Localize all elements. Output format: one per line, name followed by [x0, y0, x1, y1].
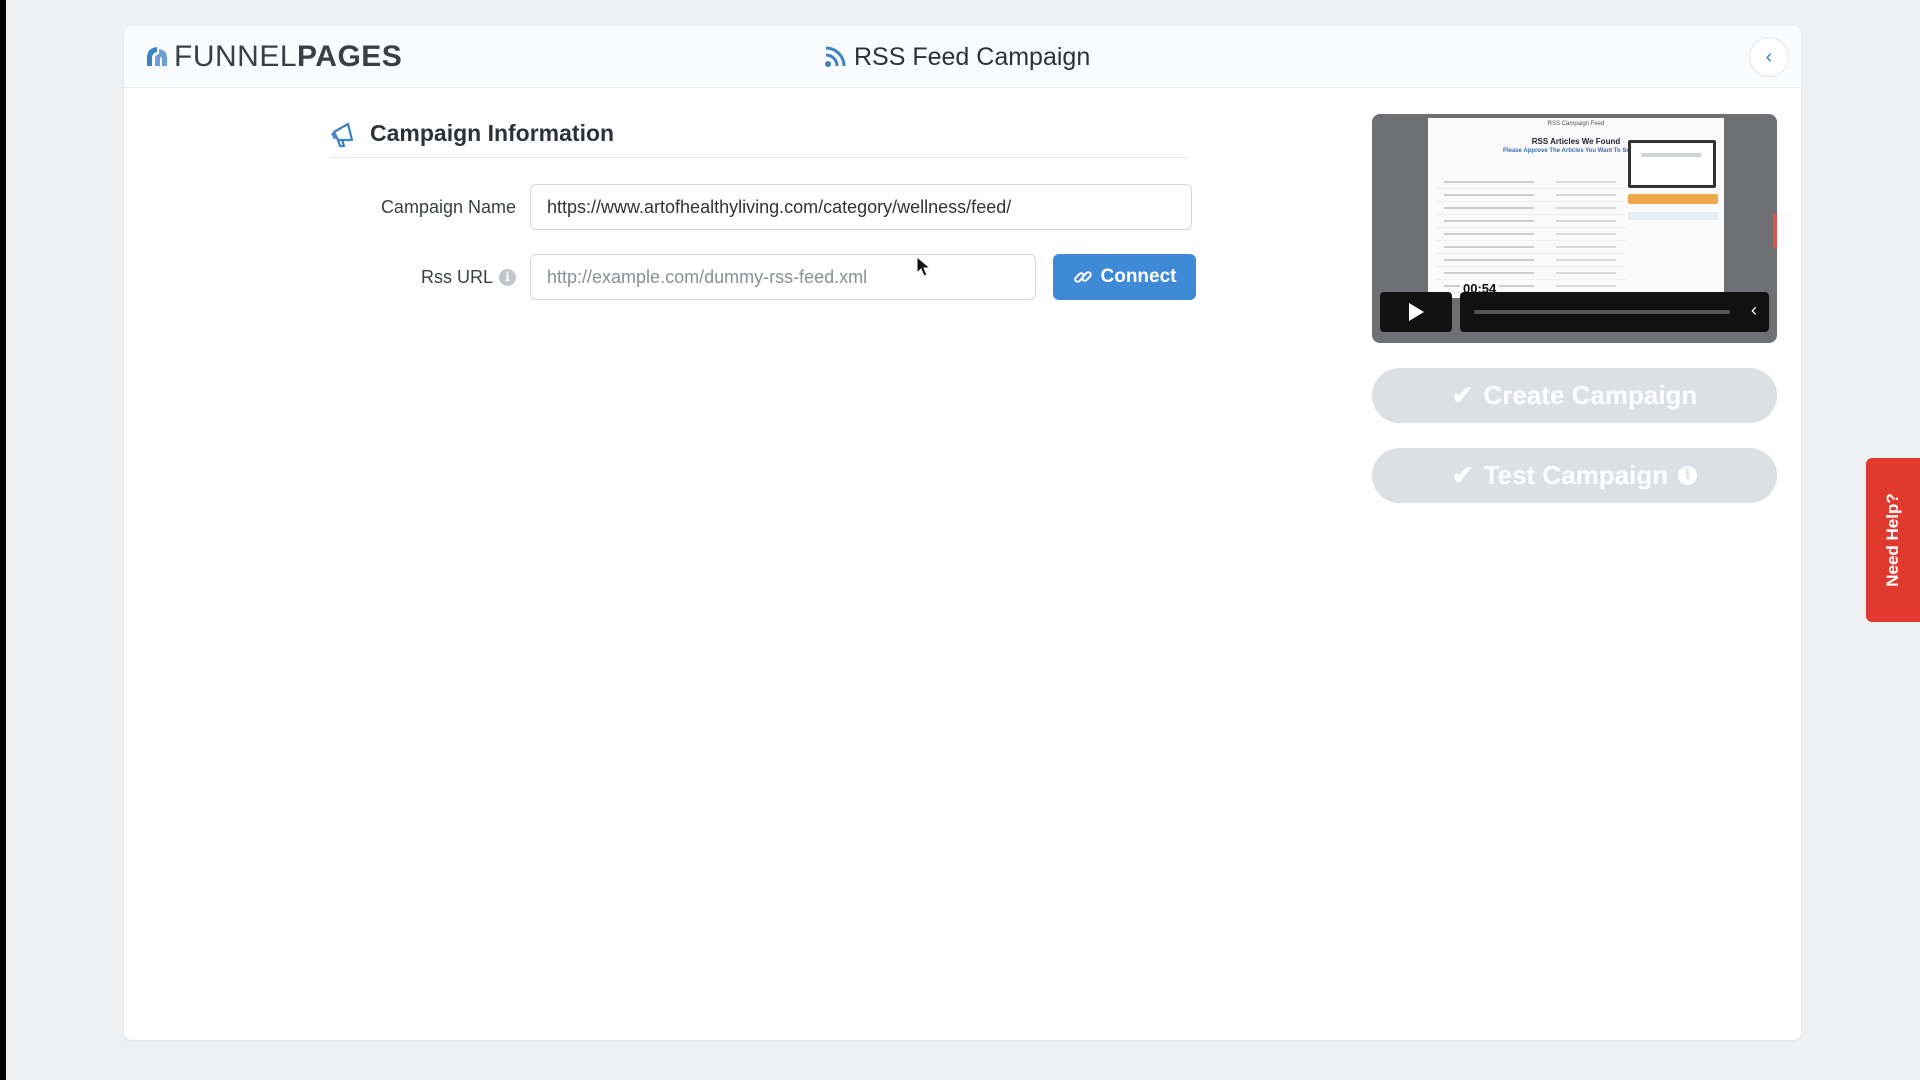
video-frame-row — [1436, 254, 1626, 267]
top-bar: FUNNELPAGES RSS Feed Campaign ‹ — [124, 26, 1801, 88]
page-title-text: RSS Feed Campaign — [854, 42, 1091, 71]
brand-logo[interactable]: FUNNELPAGES — [144, 40, 402, 74]
video-marker — [1773, 214, 1777, 248]
create-campaign-label: Create Campaign — [1483, 380, 1698, 410]
info-icon[interactable]: i — [1678, 466, 1698, 485]
campaign-name-input[interactable] — [530, 184, 1192, 230]
play-button[interactable] — [1380, 292, 1452, 332]
check-icon: ✔ — [1451, 460, 1474, 490]
logo-text-part1: FUNNEL — [174, 40, 298, 73]
video-frame-row — [1436, 189, 1626, 202]
rss-url-row: Rss URL i Connect — [330, 254, 1196, 300]
video-frame-panel — [1628, 140, 1716, 188]
tutorial-video[interactable]: RSS Campaign Feed RSS Articles We Found … — [1372, 114, 1777, 343]
mouse-cursor-icon — [916, 256, 932, 277]
video-frame-row — [1436, 228, 1626, 241]
rss-url-input[interactable] — [530, 254, 1036, 300]
play-icon — [1409, 303, 1424, 321]
link-icon — [1073, 271, 1092, 283]
main-card: FUNNELPAGES RSS Feed Campaign ‹ Campaign… — [124, 26, 1801, 1040]
video-frame-row — [1436, 176, 1626, 189]
video-controls: ‹ — [1460, 292, 1769, 332]
logo-icon — [147, 47, 167, 66]
check-icon: ✔ — [1451, 380, 1474, 410]
app-viewport: FUNNELPAGES RSS Feed Campaign ‹ Campaign… — [6, 0, 1920, 1080]
section-title: Campaign Information — [330, 116, 1188, 158]
campaign-name-label: Campaign Name — [330, 184, 516, 230]
video-frame: RSS Campaign Feed RSS Articles We Found … — [1428, 118, 1724, 298]
video-frame-header: RSS Campaign Feed — [1547, 121, 1605, 127]
rss-url-label: Rss URL i — [330, 254, 516, 300]
chevron-left-icon: ‹ — [1765, 45, 1773, 68]
need-help-label: Need Help? — [1883, 493, 1902, 587]
rss-url-label-text: Rss URL — [420, 266, 493, 287]
megaphone-icon — [331, 122, 354, 147]
video-frame-button — [1628, 194, 1718, 204]
logo-text: FUNNELPAGES — [174, 40, 402, 74]
campaign-name-row: Campaign Name — [330, 184, 1192, 230]
video-frame-row — [1436, 202, 1626, 215]
logo-text-part2: PAGES — [297, 40, 403, 73]
page-title: RSS Feed Campaign — [824, 40, 1090, 74]
video-progress-track[interactable] — [1474, 310, 1730, 314]
video-frame-row — [1436, 215, 1626, 228]
video-frame-row — [1436, 241, 1626, 254]
test-campaign-label: Test Campaign — [1483, 460, 1669, 490]
need-help-tab[interactable]: Need Help? — [1866, 458, 1920, 622]
chevron-left-icon[interactable]: ‹ — [1751, 300, 1757, 321]
video-frame-row — [1436, 267, 1626, 280]
rss-icon — [825, 46, 846, 67]
create-campaign-button[interactable]: ✔ Create Campaign — [1372, 368, 1777, 423]
collapse-button[interactable]: ‹ — [1749, 37, 1789, 77]
campaign-name-label-text: Campaign Name — [380, 196, 516, 217]
section-title-text: Campaign Information — [370, 120, 615, 146]
connect-button[interactable]: Connect — [1053, 254, 1196, 300]
info-icon[interactable]: i — [499, 268, 516, 286]
test-campaign-button[interactable]: ✔ Test Campaign i — [1372, 448, 1777, 503]
video-frame-rows — [1436, 176, 1626, 293]
connect-button-label: Connect — [1100, 266, 1177, 287]
video-frame-field — [1628, 212, 1718, 220]
